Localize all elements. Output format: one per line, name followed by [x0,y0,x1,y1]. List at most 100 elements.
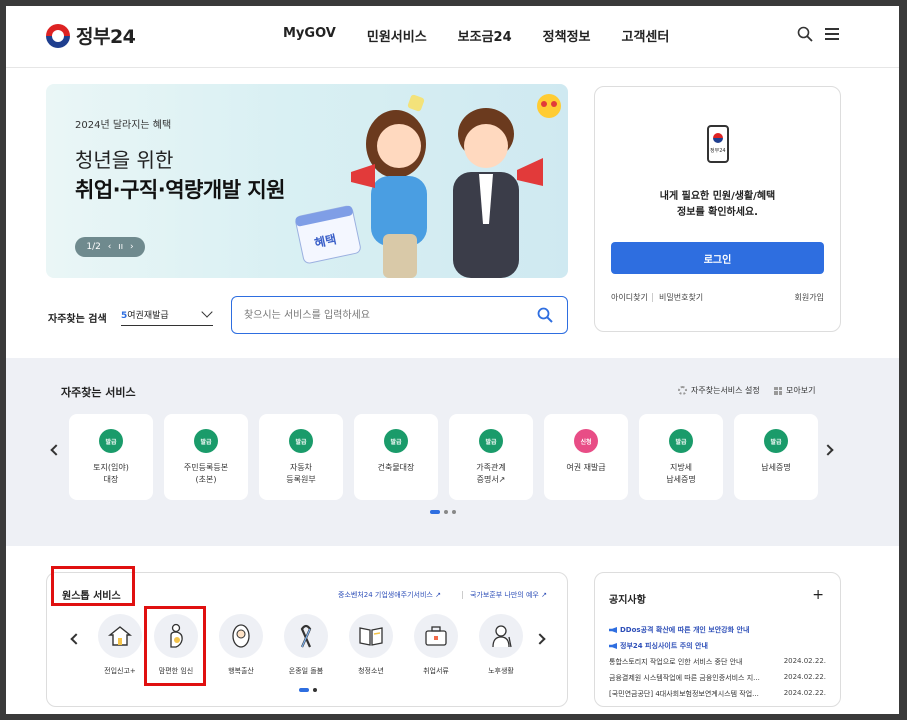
notice-item[interactable]: [국민연금공단] 4대사회보험정보연계시스템 작업... [609,689,769,699]
veterans-honor-link[interactable]: 국가보훈부 나만의 예우 ↗ [470,590,547,600]
onestop-item-senior-life[interactable]: 노후생활 [469,614,533,675]
pagination-dot[interactable] [299,688,309,692]
nav-civil-service[interactable]: 민원서비스 [367,26,427,45]
pagination-dot[interactable] [313,688,317,692]
nav-subsidy24[interactable]: 보조금24 [458,26,512,45]
pagination-dot[interactable] [444,510,448,514]
notice-item-text: [국민연금공단] 4대사회보험정보연계시스템 작업... [609,690,759,698]
onestop-item-label: 온종일 돌봄 [288,667,324,675]
site-header: 정부24 MyGOV 민원서비스 보조금24 정책정보 고객센터 [6,6,899,68]
baby-icon [219,614,263,658]
frequent-search-term: 여권재발급 [127,311,169,321]
issue-badge: 발급 [669,429,693,453]
onestop-item-care[interactable]: 온종일 돌봄 [274,614,338,675]
service-card-label: 건축물대장 [377,463,415,472]
house-icon [98,614,142,658]
nav-mygov[interactable]: MyGOV [283,26,336,45]
notice-card: 공지사항 + DDos공격 확산에 따른 개인 보안강화 안내 정부24 피싱사… [594,572,841,707]
service-card-label: 자동차 등록원부 [286,463,316,484]
service-card-vehicle-register[interactable]: 발급 자동차 등록원부 [259,414,343,500]
onestop-service-title: 원스톱 서비스 [62,591,121,602]
onestop-item-label: 행복출산 [228,667,254,675]
apply-badge: 신청 [574,429,598,453]
main-nav: MyGOV 민원서비스 보조금24 정책정보 고객센터 [283,26,700,45]
notice-item-text: 통합스토리지 작업으로 인한 서비스 중단 안내 [609,658,743,666]
mobile-phone-icon: 정부24 [707,125,729,163]
elderly-person-icon [479,614,523,658]
chevron-right-icon[interactable] [822,444,834,456]
signup-link[interactable]: 회원가입 [795,292,824,303]
service-card-family-certificate[interactable]: 발급 가족관계 증명서↗ [449,414,533,500]
onestop-item-label: 노후생활 [488,667,514,675]
grid-icon [774,386,782,395]
plus-icon[interactable]: + [812,587,824,603]
onestop-item-label: 취업서류 [423,667,449,675]
notice-item[interactable]: 정부24 피싱사이트 주의 안내 [609,641,829,651]
nav-customer-center[interactable]: 고객센터 [622,26,670,45]
pagination-dot[interactable] [430,510,440,514]
notice-title: 공지사항 [609,595,646,606]
view-all-label: 모아보기 [786,386,816,395]
service-card-label: 토지(임야) 대장 [93,463,129,484]
site-logo[interactable]: 정부24 [46,22,136,49]
issue-badge: 발급 [99,429,123,453]
onestop-item-employment-docs[interactable]: 취업서류 [404,614,468,675]
search-icon[interactable] [797,26,813,42]
banner-pause-icon[interactable]: ıı [118,242,123,252]
notice-item[interactable]: 통합스토리지 작업으로 인한 서비스 중단 안내 [609,657,769,667]
service-card-passport-reissue[interactable]: 신청 여권 재발급 [544,414,628,500]
banner-title-line1: 청년을 위한 [75,148,174,172]
page-frame: 정부24 MyGOV 민원서비스 보조금24 정책정보 고객센터 2024년 달… [6,6,899,714]
pagination-dot[interactable] [452,510,456,514]
onestop-pagination [299,688,317,692]
service-card-label: 여권 재발급 [566,463,606,472]
chevron-down-icon [201,306,213,318]
onestop-item-youth[interactable]: 청정소년 [339,614,403,675]
banner-next-icon[interactable]: › [130,242,134,252]
onestop-item-birth[interactable]: 행복출산 [209,614,273,675]
onestop-item-move-in[interactable]: 전입신고+ [88,614,152,675]
search-submit-icon[interactable] [537,307,553,323]
chevron-left-icon[interactable] [50,444,62,456]
frequent-search-label: 자주찾는 검색 [48,314,107,325]
frequent-services-setting-link[interactable]: 자주찾는서비스 설정 [678,385,760,396]
service-card-label: 주민등록등본 (초본) [183,463,229,484]
find-id-link[interactable]: 아이디찾기 [611,292,648,303]
issue-badge: 발급 [384,429,408,453]
service-card-local-tax-certificate[interactable]: 발급 지방세 납세증명 [639,414,723,500]
notice-item-text: DDos공격 확산에 따른 개인 보안강화 안내 [620,626,750,634]
onestop-item-label: 전입신고+ [104,667,136,675]
service-card-land-register[interactable]: 발급 토지(임야) 대장 [69,414,153,500]
view-all-link[interactable]: 모아보기 [774,385,815,396]
banner-prev-icon[interactable]: ‹ [108,242,112,252]
sme24-lifecycle-link[interactable]: 중소벤처24 기업생애주기서비스 ↗ [338,590,441,600]
notice-item[interactable]: DDos공격 확산에 따른 개인 보안강화 안내 [609,625,829,635]
phone-icon-label: 정부24 [710,148,726,154]
banner-title-line2: 취업·구직·역량개발 지원 [75,178,285,202]
frequent-search-select[interactable]: 5여권재발급 [121,302,213,326]
hamburger-menu-icon[interactable] [825,28,839,40]
service-card-tax-certificate[interactable]: 발급 납세증명 [734,414,818,500]
find-password-link[interactable]: 비밀번호찾기 [659,292,703,303]
service-card-label: 가족관계 증명서↗ [476,463,506,484]
frequent-services-section: 자주찾는 서비스 자주찾는서비스 설정 모아보기 발급 토지(임야) 대장 발급… [6,358,899,546]
ribbon-icon [284,614,328,658]
service-card-building-register[interactable]: 발급 건축물대장 [354,414,438,500]
login-button[interactable]: 로그인 [611,242,824,274]
main-banner[interactable]: 2024년 달라지는 혜택 청년을 위한 취업·구직·역량개발 지원 1/2 ‹… [46,84,568,278]
issue-badge: 발급 [194,429,218,453]
notice-item[interactable]: 금융결제원 시스템작업에 따른 금융인증서비스 지... [609,673,769,683]
notice-item-text: 정부24 피싱사이트 주의 안내 [620,642,708,650]
service-card-resident-register[interactable]: 발급 주민등록등본 (초본) [164,414,248,500]
link-divider [652,293,653,302]
megaphone-icon [609,643,617,649]
banner-page-count: 1/2 [86,242,101,252]
logo-text: 정부24 [76,26,136,48]
nav-policy-info[interactable]: 정책정보 [543,26,591,45]
login-message-line1: 내게 필요한 민원/생활/혜택 [659,191,776,202]
service-card-label: 납세증명 [761,463,791,472]
login-message-line2: 정보를 확인하세요. [677,207,758,218]
banner-pager: 1/2 ‹ ıı › [75,237,145,257]
login-card: 정부24 내게 필요한 민원/생활/혜택 정보를 확인하세요. 로그인 아이디찾… [594,86,841,332]
search-input[interactable] [244,306,524,324]
